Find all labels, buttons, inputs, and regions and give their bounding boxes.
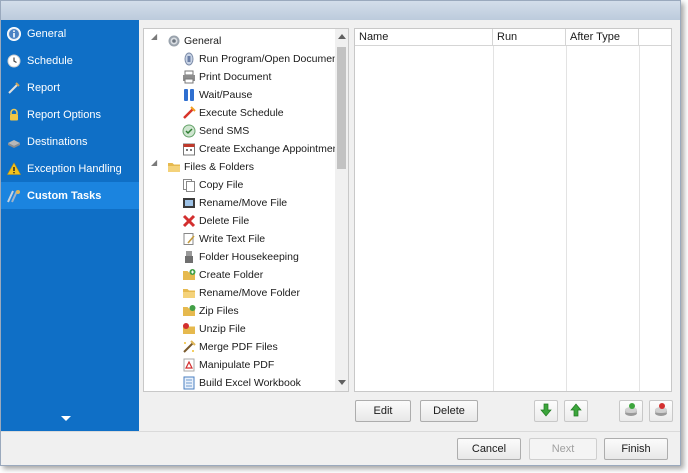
tree-item-folder-housekeeping[interactable]: Folder Housekeeping	[181, 248, 299, 266]
sidebar-item-label: Destinations	[27, 135, 88, 148]
merge-pdf-icon	[181, 340, 196, 355]
tree-item-write-text-file[interactable]: Write Text File	[181, 230, 265, 248]
scroll-up-icon[interactable]	[338, 34, 346, 39]
collapse-icon[interactable]: ◢	[151, 158, 157, 167]
gear-icon	[166, 34, 181, 49]
sidebar-item-general[interactable]: General	[1, 20, 139, 47]
sidebar-item-label: General	[27, 27, 67, 40]
cancel-button[interactable]: Cancel	[457, 438, 521, 460]
tree-group-files-folders[interactable]: Files & Folders	[166, 158, 254, 176]
tree-item-create-folder[interactable]: Create Folder	[181, 266, 263, 284]
excel-icon	[181, 376, 196, 391]
warning-icon	[7, 161, 21, 176]
sidebar-item-report[interactable]: Report	[1, 74, 139, 101]
tree-item-delete-file[interactable]: Delete File	[181, 212, 249, 230]
scroll-down-icon[interactable]	[338, 380, 346, 385]
task-grid[interactable]: Name Run After Type	[354, 28, 672, 392]
tree-item-print-document[interactable]: Print Document	[181, 68, 271, 86]
lock-icon	[7, 108, 21, 122]
move-down-button[interactable]	[534, 400, 558, 422]
sidebar: General Schedule Report Report Options D…	[1, 20, 139, 432]
tree-item-merge-pdf-files[interactable]: Merge PDF Files	[181, 338, 278, 356]
sidebar-item-exception-handling[interactable]: Exception Handling	[1, 155, 139, 182]
create-folder-icon	[181, 268, 196, 283]
delete-button[interactable]: Delete	[420, 400, 478, 422]
tree-item-copy-file[interactable]: Copy File	[181, 176, 243, 194]
unzip-icon	[181, 322, 196, 337]
next-button[interactable]: Next	[529, 438, 597, 460]
tree-group-general[interactable]: General	[166, 32, 221, 50]
wizard-footer: Cancel Next Finish	[1, 432, 680, 465]
tree-item-run-program[interactable]: Run Program/Open Document	[181, 50, 341, 68]
write-text-icon	[181, 232, 196, 247]
wizard-window: General Schedule Report Report Options D…	[0, 0, 681, 466]
tree-scrollbar[interactable]	[335, 29, 348, 391]
destinations-icon	[7, 135, 21, 149]
delete-icon	[181, 214, 196, 229]
grid-header: Name Run After Type	[355, 29, 671, 46]
tree-item-zip-files[interactable]: Zip Files	[181, 302, 239, 320]
tree-item-build-excel-workbook[interactable]: Build Excel Workbook	[181, 374, 301, 391]
sidebar-scroll-down-icon[interactable]	[61, 416, 71, 421]
column-header-name[interactable]: Name	[355, 29, 493, 46]
appointment-icon	[181, 142, 196, 157]
pause-icon	[181, 88, 196, 103]
sidebar-item-label: Custom Tasks	[27, 189, 102, 202]
zip-icon	[181, 304, 196, 319]
tree-item-manipulate-pdf[interactable]: Manipulate PDF	[181, 356, 274, 374]
scroll-thumb[interactable]	[337, 47, 346, 169]
sidebar-item-label: Schedule	[27, 54, 73, 67]
edit-button[interactable]: Edit	[355, 400, 411, 422]
tree-item-wait-pause[interactable]: Wait/Pause	[181, 86, 252, 104]
column-divider	[639, 46, 640, 391]
copy-file-icon	[181, 178, 196, 193]
tree-item-execute-schedule[interactable]: Execute Schedule	[181, 104, 284, 122]
export-icon	[653, 402, 669, 421]
sidebar-item-report-options[interactable]: Report Options	[1, 101, 139, 128]
column-divider	[493, 46, 494, 391]
sidebar-item-label: Report	[27, 81, 61, 94]
printer-icon	[181, 70, 196, 85]
housekeeping-icon	[181, 250, 196, 265]
export-tasks-button[interactable]	[649, 400, 673, 422]
column-header-run[interactable]: Run	[493, 29, 566, 46]
run-program-icon	[181, 52, 196, 67]
info-icon	[7, 26, 21, 41]
sms-icon	[181, 124, 196, 139]
folder-icon	[166, 160, 181, 175]
execute-schedule-icon	[181, 106, 196, 121]
tree-item-create-exchange-appointment[interactable]: Create Exchange Appointment	[181, 140, 341, 158]
finish-button[interactable]: Finish	[604, 438, 668, 460]
collapse-icon[interactable]: ◢	[151, 32, 157, 41]
arrow-up-icon	[569, 402, 583, 420]
tree-item-rename-move-file[interactable]: Rename/Move File	[181, 194, 287, 212]
title-bar	[1, 1, 680, 20]
column-divider	[566, 46, 567, 391]
rename-file-icon	[181, 196, 196, 211]
task-tree[interactable]: ◢ General Run Program/Open Document Prin…	[143, 28, 349, 392]
sidebar-item-custom-tasks[interactable]: Custom Tasks	[1, 182, 139, 209]
tree-item-send-sms[interactable]: Send SMS	[181, 122, 249, 140]
sidebar-item-schedule[interactable]: Schedule	[1, 47, 139, 74]
sidebar-item-label: Exception Handling	[27, 162, 122, 175]
arrow-down-icon	[539, 403, 553, 420]
column-header-after-type[interactable]: After Type	[566, 29, 639, 46]
move-up-button[interactable]	[564, 400, 588, 422]
sidebar-item-label: Report Options	[27, 108, 101, 121]
tree-item-rename-move-folder[interactable]: Rename/Move Folder	[181, 284, 300, 302]
report-icon	[7, 81, 21, 95]
custom-tasks-icon	[7, 189, 21, 203]
rename-folder-icon	[181, 286, 196, 301]
clock-icon	[7, 54, 21, 68]
tree-item-unzip-file[interactable]: Unzip File	[181, 320, 246, 338]
import-tasks-button[interactable]	[619, 400, 643, 422]
sidebar-item-destinations[interactable]: Destinations	[1, 128, 139, 155]
import-icon	[623, 402, 639, 421]
pdf-icon	[181, 358, 196, 373]
